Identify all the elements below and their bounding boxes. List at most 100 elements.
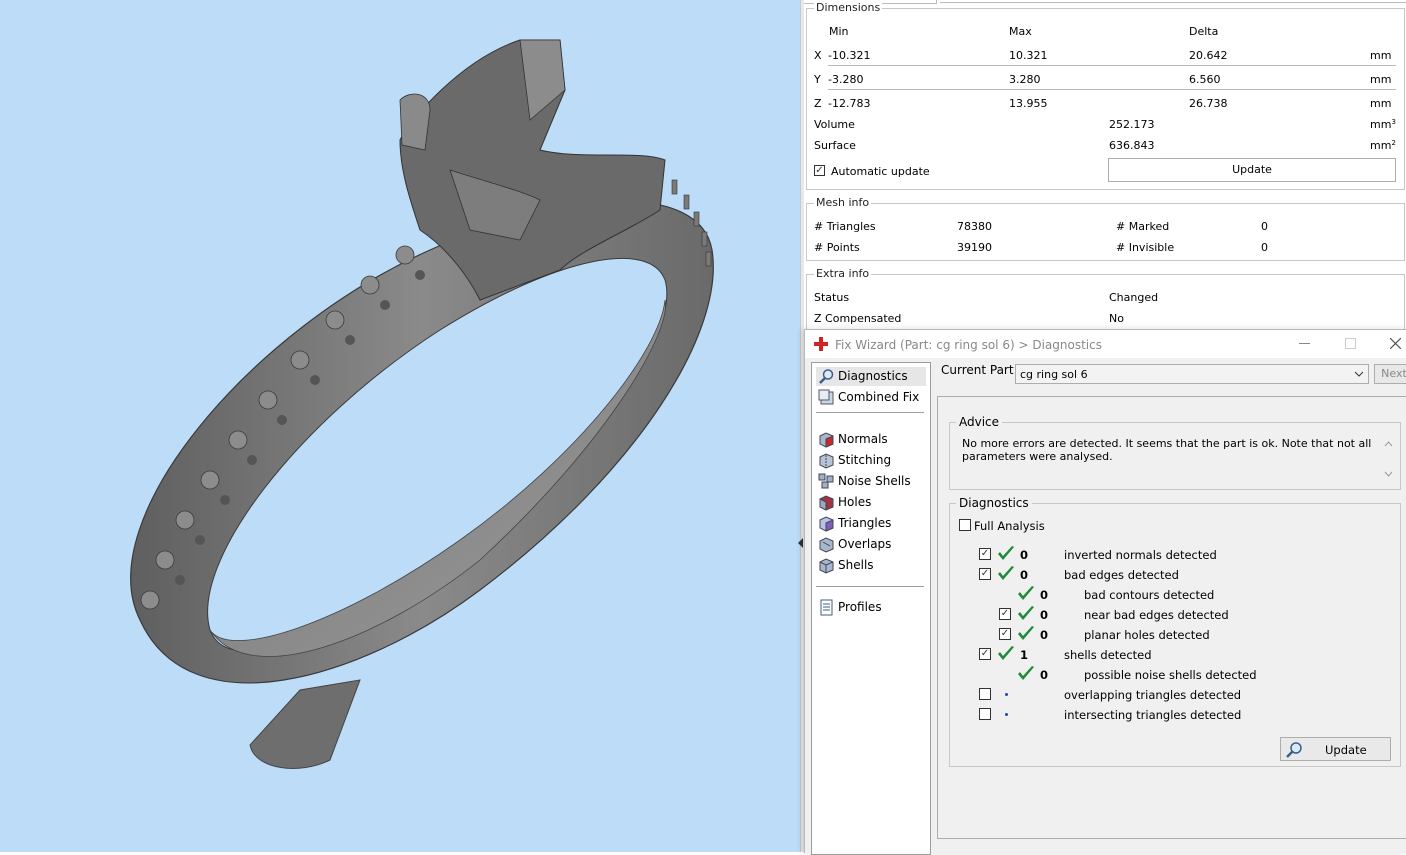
diagnostic-item-checkbox[interactable]: ✓	[979, 568, 991, 580]
diagnostic-item-label: overlapping triangles detected	[1064, 688, 1242, 702]
diagnostics-update-button[interactable]: Update	[1280, 737, 1391, 761]
max-header: Max	[1009, 25, 1032, 38]
overlaps-cube-icon	[819, 537, 834, 553]
red-cross-icon	[814, 337, 828, 351]
nav-label-holes: Holes	[838, 495, 872, 509]
fix-wizard-title: Fix Wizard (Part: cg ring sol 6) > Diagn…	[835, 338, 1102, 352]
nav-item-normals[interactable]: Normals	[816, 430, 926, 449]
scroll-up-icon[interactable]	[1384, 441, 1393, 447]
z-delta: 26.738	[1189, 97, 1228, 110]
nav-item-profiles[interactable]: Profiles	[816, 598, 926, 617]
dimensions-update-button[interactable]: Update	[1108, 158, 1396, 182]
green-check-icon	[998, 646, 1014, 660]
current-part-select[interactable]: cg ring sol 6	[1015, 364, 1369, 384]
diagnostic-item-checkbox[interactable]: ✓	[999, 608, 1011, 620]
z-unit: mm	[1370, 97, 1392, 110]
marked-value: 0	[1261, 220, 1268, 233]
nav-item-holes[interactable]: Holes	[816, 493, 926, 512]
x-delta: 20.642	[1189, 49, 1228, 62]
nav-label-profiles: Profiles	[838, 600, 882, 614]
triangles-value: 78380	[957, 220, 992, 233]
y-unit: mm	[1370, 73, 1392, 86]
volume-unit: mm3	[1370, 118, 1396, 131]
close-icon[interactable]	[1390, 338, 1401, 349]
green-check-icon	[998, 546, 1014, 560]
diagnostic-item-label: planar holes detected	[1084, 628, 1210, 642]
magnifier-icon	[1286, 742, 1302, 758]
z-min: -12.783	[828, 97, 871, 110]
extra-info-group: Extra info	[806, 267, 1405, 336]
z-compensated-value: No	[1109, 312, 1124, 325]
minimize-icon[interactable]	[1299, 343, 1310, 345]
diagnostic-item-label: bad edges detected	[1064, 568, 1179, 582]
nav-item-triangles[interactable]: Triangles	[816, 514, 926, 533]
nav-label-overlaps: Overlaps	[838, 537, 892, 551]
diagnostic-item-count: 0	[1040, 668, 1049, 682]
diagnostic-item: ✓ 0 bad edges detected	[950, 565, 1390, 585]
diagnostic-item-count: 1	[1020, 648, 1029, 662]
diagnostic-item-checkbox[interactable]: ✓	[979, 548, 991, 560]
automatic-update-label: Automatic update	[831, 165, 930, 178]
diagnostic-item-label: intersecting triangles detected	[1064, 708, 1242, 722]
points-label: # Points	[814, 241, 860, 254]
mesh-info-group: Mesh info	[806, 196, 1405, 261]
triangles-label: # Triangles	[814, 220, 876, 233]
nav-label-combined-fix: Combined Fix	[838, 390, 920, 404]
noise-shells-icon	[818, 473, 834, 489]
current-part-label: Current Part:	[941, 363, 1018, 377]
scroll-down-icon[interactable]	[1384, 471, 1393, 477]
diagnostic-item-label: inverted normals detected	[1064, 548, 1217, 562]
nav-item-shells[interactable]: Shells	[816, 556, 926, 575]
ring-model	[130, 39, 714, 769]
diagnostics-group: Diagnostics Full Analysis ✓ 0 inverted nor…	[949, 496, 1401, 767]
nav-label-shells: Shells	[838, 558, 874, 572]
diagnostic-item: ✓ 0 near bad edges detected	[950, 605, 1390, 625]
y-axis-label: Y	[814, 73, 821, 86]
maximize-icon[interactable]	[1345, 338, 1356, 349]
marked-label: # Marked	[1116, 220, 1170, 233]
diagnostic-item-count: 0	[1040, 588, 1049, 602]
pending-dot-icon	[1005, 713, 1008, 716]
nav-item-noise-shells[interactable]: Noise Shells	[816, 472, 926, 491]
chevron-down-icon	[1354, 371, 1364, 377]
advice-title: Advice	[956, 415, 1003, 429]
invisible-label: # Invisible	[1116, 241, 1175, 254]
green-check-icon	[1018, 666, 1034, 680]
collapse-arrow-icon[interactable]	[798, 538, 803, 548]
diagnostics-content: Current Part: cg ring sol 6 Next Advice …	[937, 362, 1406, 853]
nav-label-diagnostics: Diagnostics	[838, 369, 908, 383]
dimensions-title: Dimensions	[814, 1, 883, 14]
next-button[interactable]: Next	[1374, 364, 1406, 384]
diagnostic-item: ✓ 0 inverted normals detected	[950, 545, 1390, 565]
advice-text: No more errors are detected. It seems th…	[962, 437, 1372, 463]
diagnostic-item: 0 bad contours detected	[950, 585, 1390, 605]
nav-label-normals: Normals	[838, 432, 888, 446]
volume-label: Volume	[814, 118, 855, 131]
holes-cube-icon	[819, 495, 834, 511]
x-max: 10.321	[1009, 49, 1048, 62]
3d-viewport[interactable]	[0, 0, 800, 852]
automatic-update-checkbox[interactable]: ✓	[814, 165, 825, 176]
green-check-icon	[1018, 586, 1034, 600]
nav-item-overlaps[interactable]: Overlaps	[816, 535, 926, 554]
advice-group: Advice No more errors are detected. It s…	[949, 415, 1401, 490]
fix-wizard-titlebar[interactable]: Fix Wizard (Part: cg ring sol 6) > Diagn…	[805, 330, 1406, 358]
nav-item-combined-fix[interactable]: Combined Fix	[816, 388, 926, 407]
diagnostic-item-checkbox[interactable]	[979, 708, 991, 720]
nav-item-stitching[interactable]: Stitching	[816, 451, 926, 470]
diagnostic-item: 0 possible noise shells detected	[950, 665, 1390, 685]
diagnostic-item-checkbox[interactable]: ✓	[979, 648, 991, 660]
diagnostic-item-checkbox[interactable]: ✓	[999, 628, 1011, 640]
diagnostic-item-checkbox[interactable]	[979, 688, 991, 700]
z-compensated-label: Z Compensated	[814, 312, 902, 325]
stitching-cube-icon	[819, 453, 834, 469]
diagnostic-item: intersecting triangles detected	[950, 705, 1390, 725]
profiles-page-icon	[820, 599, 833, 616]
min-header: Min	[829, 25, 849, 38]
surface-label: Surface	[814, 139, 856, 152]
x-unit: mm	[1370, 49, 1392, 62]
nav-item-diagnostics[interactable]: Diagnostics	[816, 367, 926, 386]
status-value: Changed	[1109, 291, 1159, 304]
diagnostic-item-count: 0	[1040, 628, 1049, 642]
full-analysis-checkbox[interactable]	[959, 519, 971, 531]
